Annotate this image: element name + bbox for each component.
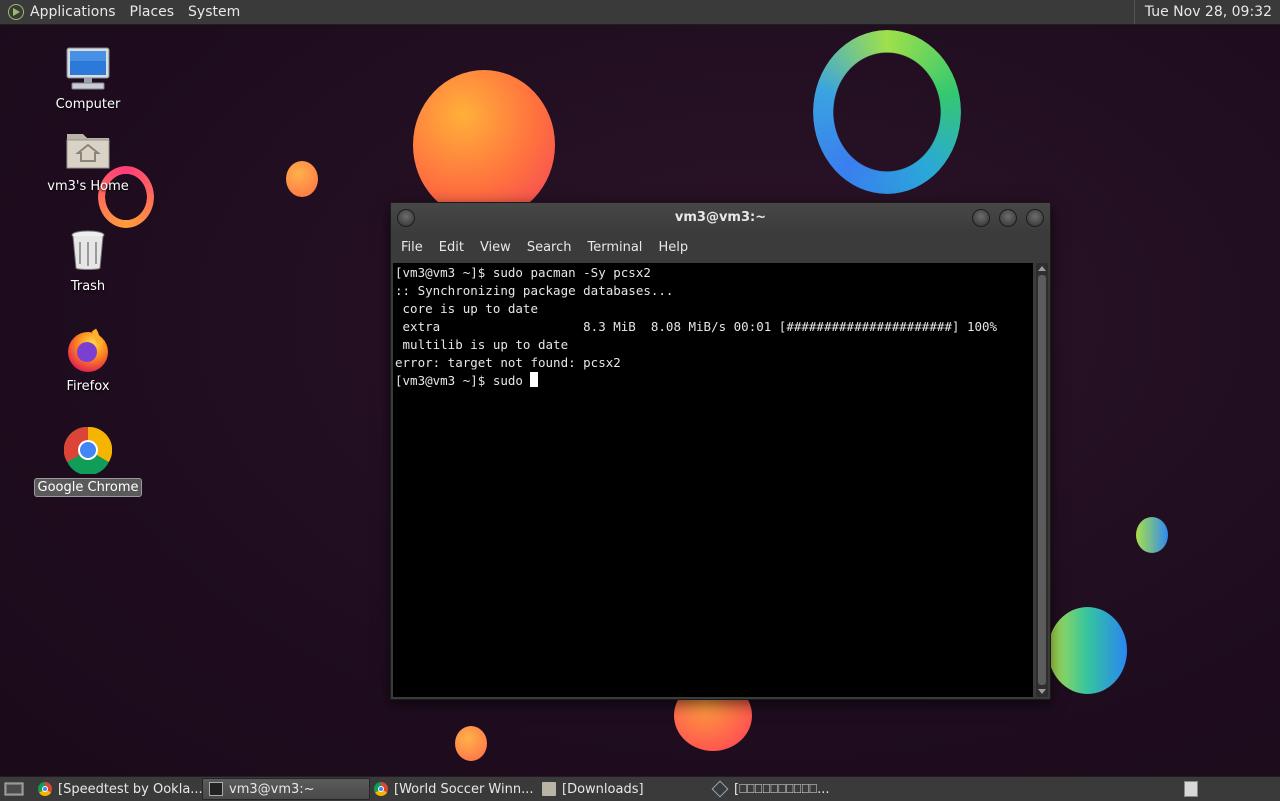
home-folder-icon — [64, 126, 112, 174]
terminal-line: multilib is up to date — [395, 337, 569, 352]
taskbar-tray[interactable]: [⎕⎕⎕⎕⎕⎕⎕⎕⎕⎕... — [706, 778, 876, 800]
show-desktop-button[interactable] — [2, 778, 26, 800]
minimize-button[interactable] — [972, 209, 990, 227]
desktop-icon-label: Computer — [55, 97, 121, 112]
trash-icon — [64, 226, 112, 274]
chrome-icon — [374, 782, 388, 796]
workspace-switcher[interactable] — [1180, 778, 1204, 800]
bottom-taskbar: [Speedtest by Ookla... vm3@vm3:~ [World … — [0, 776, 1280, 801]
taskbar-item-label: [Downloads] — [562, 781, 644, 797]
desktop-icon-firefox[interactable]: Firefox — [33, 326, 143, 395]
mate-logo-icon[interactable] — [8, 4, 24, 20]
terminal-window[interactable]: vm3@vm3:~ File Edit View Search Terminal… — [390, 202, 1051, 700]
chrome-icon — [38, 782, 52, 796]
network-icon — [711, 780, 729, 798]
menu-search[interactable]: Search — [519, 240, 580, 255]
close-button[interactable] — [1026, 209, 1044, 227]
desktop-icon-computer[interactable]: Computer — [33, 44, 143, 113]
workspace-icon — [1184, 781, 1198, 797]
desktop-icon-label: Google Chrome — [33, 478, 143, 497]
desktop-icon-chrome[interactable]: Google Chrome — [33, 426, 143, 497]
menu-help[interactable]: Help — [650, 240, 696, 255]
terminal-scrollbar[interactable] — [1036, 263, 1048, 697]
desktop-icon-trash[interactable]: Trash — [33, 226, 143, 295]
terminal-titlebar[interactable]: vm3@vm3:~ — [391, 203, 1050, 233]
taskbar-item-label: [Speedtest by Ookla... — [58, 781, 202, 797]
system-menu[interactable]: System — [188, 4, 240, 20]
maximize-button[interactable] — [999, 209, 1017, 227]
terminal-output[interactable]: [vm3@vm3 ~]$ sudo pacman -Sy pcsx2:: Syn… — [393, 263, 1033, 697]
wallpaper-ring — [813, 30, 961, 194]
terminal-line: core is up to date — [395, 301, 538, 316]
terminal-line: [vm3@vm3 ~]$ sudo pacman -Sy pcsx2 — [395, 265, 651, 280]
clock[interactable]: Tue Nov 28, 09:32 — [1133, 0, 1280, 24]
taskbar-item-world-soccer[interactable]: [World Soccer Winn... — [368, 778, 538, 800]
taskbar-item-speedtest[interactable]: [Speedtest by Ookla... — [32, 778, 202, 800]
text-cursor — [530, 372, 539, 387]
show-desktop-icon — [4, 782, 24, 796]
wallpaper-green-blue-circle — [1048, 607, 1127, 694]
wallpaper-small-orange-dot-bottom — [455, 726, 487, 761]
applications-menu[interactable]: Applications — [30, 4, 116, 20]
menu-terminal[interactable]: Terminal — [579, 240, 650, 255]
desktop-icon-home[interactable]: vm3's Home — [33, 126, 143, 195]
window-menu-icon[interactable] — [397, 209, 415, 227]
taskbar-item-downloads[interactable]: [Downloads] — [536, 778, 696, 800]
panel-menu-bar: Applications Places System — [30, 0, 254, 24]
prompt-text: [vm3@vm3 ~]$ sudo — [395, 373, 531, 388]
scrollbar-thumb[interactable] — [1038, 275, 1046, 685]
terminal-line: extra 8.3 MiB 8.08 MiB/s 00:01 [########… — [395, 319, 998, 334]
scroll-up-arrow-icon[interactable] — [1038, 266, 1046, 271]
terminal-icon — [209, 782, 223, 796]
top-panel: Applications Places System Tue Nov 28, 0… — [0, 0, 1280, 25]
menu-edit[interactable]: Edit — [431, 240, 472, 255]
desktop-icon-label: Trash — [70, 279, 106, 294]
terminal-line: :: Synchronizing package databases... — [395, 283, 674, 298]
menu-file[interactable]: File — [393, 240, 431, 255]
places-menu[interactable]: Places — [130, 4, 175, 20]
computer-icon — [64, 44, 112, 92]
folder-icon — [542, 782, 556, 796]
taskbar-item-label: [World Soccer Winn... — [394, 781, 534, 797]
scroll-down-arrow-icon[interactable] — [1038, 689, 1046, 694]
terminal-menubar: File Edit View Search Terminal Help — [391, 233, 1050, 261]
tray-text: [⎕⎕⎕⎕⎕⎕⎕⎕⎕⎕... — [734, 781, 830, 797]
desktop-icon-label: Firefox — [66, 379, 110, 394]
desktop-icon-label: vm3's Home — [47, 179, 129, 194]
terminal-line: error: target not found: pcsx2 — [395, 355, 621, 370]
terminal-prompt-line[interactable]: [vm3@vm3 ~]$ sudo — [395, 372, 1033, 390]
chrome-icon — [63, 426, 113, 476]
window-title: vm3@vm3:~ — [674, 210, 767, 225]
wallpaper-small-orange-dot — [286, 161, 318, 197]
wallpaper-green-blue-dot — [1136, 517, 1168, 553]
menu-view[interactable]: View — [472, 240, 519, 255]
firefox-icon — [64, 326, 112, 374]
wallpaper-orange-circle — [413, 70, 555, 220]
taskbar-item-terminal[interactable]: vm3@vm3:~ — [202, 778, 370, 800]
taskbar-item-label: vm3@vm3:~ — [229, 781, 315, 797]
